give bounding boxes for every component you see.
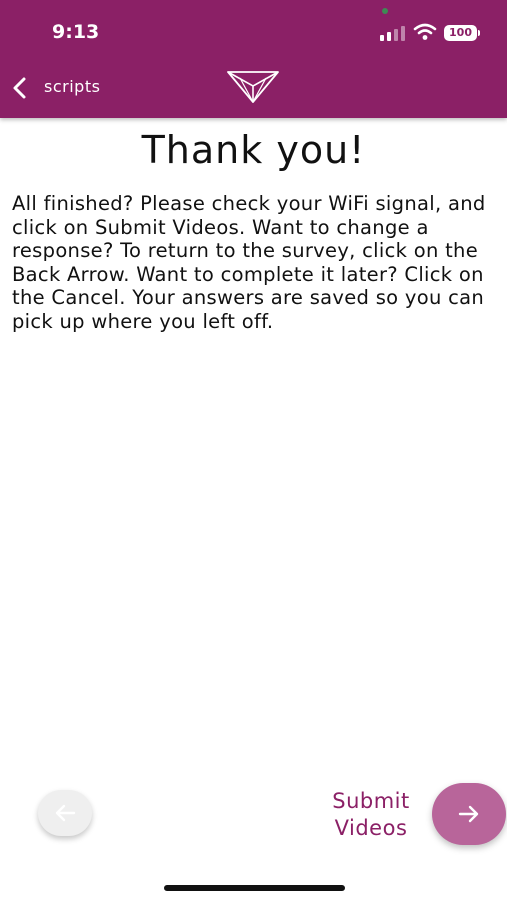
arrow-left-icon	[55, 804, 76, 822]
instructions-text: All finished? Please check your WiFi sig…	[12, 192, 486, 333]
battery-icon: 100	[444, 25, 480, 41]
status-time: 9:13	[52, 21, 100, 43]
submit-videos-button[interactable]	[432, 783, 506, 845]
signal-icon	[380, 26, 405, 41]
triangle-logo-icon	[227, 71, 279, 103]
back-button-label[interactable]: scripts	[44, 77, 100, 96]
previous-button[interactable]	[38, 790, 92, 836]
arrow-right-icon	[458, 805, 479, 823]
page-title: Thank you!	[141, 128, 366, 172]
wifi-icon	[413, 23, 437, 40]
app-header: 9:13 100 scripts	[0, 0, 507, 118]
camera-indicator-dot	[382, 8, 388, 14]
submit-videos-label[interactable]: Submit Videos	[320, 788, 422, 842]
battery-level: 100	[449, 26, 472, 39]
chevron-left-icon[interactable]	[10, 76, 30, 100]
home-indicator[interactable]	[164, 885, 345, 891]
